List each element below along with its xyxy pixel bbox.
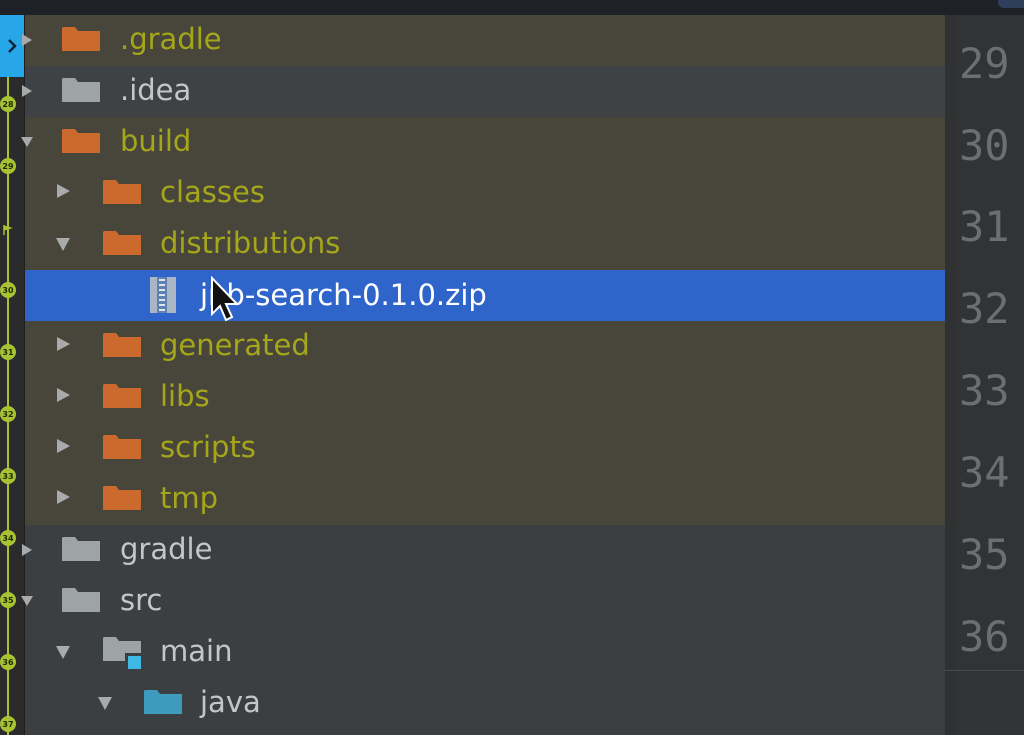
tree-item-label: main xyxy=(160,634,233,668)
editor-gutter-strip xyxy=(945,15,955,735)
tree-item-distributions[interactable]: distributions xyxy=(25,219,945,270)
folder-orange-icon xyxy=(103,333,141,357)
line-number: 36 xyxy=(959,612,1010,661)
folder-orange-icon xyxy=(62,27,100,51)
line-number: 35 xyxy=(959,530,1010,579)
tree-item-src[interactable]: src xyxy=(21,576,945,627)
folder-orange-icon xyxy=(103,384,141,408)
line-marker[interactable]: 29 xyxy=(0,158,16,174)
expand-arrow-icon[interactable] xyxy=(55,336,71,352)
tree-item-label: jnb-search-0.1.0.zip xyxy=(200,278,487,312)
line-number: 33 xyxy=(959,366,1010,415)
expand-arrow-icon[interactable] xyxy=(55,438,71,454)
expand-arrow-icon[interactable] xyxy=(55,183,71,199)
line-marker[interactable]: 28 xyxy=(0,96,16,112)
module-folder-icon xyxy=(103,637,141,669)
tree-item-gradle[interactable]: gradle xyxy=(22,525,945,576)
editor-divider xyxy=(945,670,1024,671)
line-number: 29 xyxy=(959,39,1010,88)
left-gutter xyxy=(0,15,25,735)
line-number: 34 xyxy=(959,448,1010,497)
line-number: 30 xyxy=(959,121,1010,170)
collapse-arrow-icon[interactable] xyxy=(19,134,35,150)
flag-icon[interactable] xyxy=(3,224,15,236)
chevron-right-icon xyxy=(8,39,17,53)
tree-item-label: scripts xyxy=(160,430,256,464)
tree-item-gradle-cache[interactable]: .gradle xyxy=(22,15,945,66)
tree-item-zip-file[interactable]: jnb-search-0.1.0.zip xyxy=(25,270,945,321)
line-marker[interactable]: 35 xyxy=(0,592,16,608)
folder-orange-icon xyxy=(62,129,100,153)
line-marker[interactable]: 37 xyxy=(0,716,16,732)
tree-item-main[interactable]: main xyxy=(25,627,945,678)
expand-arrow-icon[interactable] xyxy=(55,387,71,403)
tree-item-label: generated xyxy=(160,328,310,362)
expand-arrow-icon[interactable] xyxy=(19,83,35,99)
tree-item-classes[interactable]: classes xyxy=(25,168,945,219)
line-marker[interactable]: 33 xyxy=(0,468,16,484)
tree-item-build[interactable]: build xyxy=(21,117,945,168)
folder-grey-icon xyxy=(62,78,100,102)
collapse-arrow-icon[interactable] xyxy=(55,644,71,660)
tree-item-label: .idea xyxy=(120,73,192,107)
tree-item-label: classes xyxy=(160,175,265,209)
line-number: 31 xyxy=(959,202,1010,251)
line-marker[interactable]: 36 xyxy=(0,654,16,670)
project-tree: .gradle .idea build classes distribution… xyxy=(21,15,945,735)
expand-arrow-icon[interactable] xyxy=(55,489,71,505)
expand-arrow-icon[interactable] xyxy=(19,32,35,48)
line-number: 32 xyxy=(959,284,1010,333)
folder-grey-icon xyxy=(62,588,100,612)
window-corner xyxy=(998,0,1024,8)
tree-item-label: gradle xyxy=(120,532,213,566)
top-bar xyxy=(0,0,1024,16)
expand-arrow-icon[interactable] xyxy=(19,542,35,558)
zip-archive-icon xyxy=(150,277,176,313)
line-marker[interactable]: 31 xyxy=(0,344,16,360)
tree-item-label: tmp xyxy=(160,481,219,515)
tree-item-label: distributions xyxy=(160,226,341,260)
folder-orange-icon xyxy=(103,231,141,255)
tree-item-label: .gradle xyxy=(120,22,222,56)
collapse-arrow-icon[interactable] xyxy=(55,236,71,252)
tree-item-label: libs xyxy=(160,379,210,413)
collapse-arrow-icon[interactable] xyxy=(19,593,35,609)
tree-item-idea[interactable]: .idea xyxy=(22,66,945,117)
tree-item-label: src xyxy=(120,583,163,617)
folder-grey-icon xyxy=(62,537,100,561)
tree-item-label: build xyxy=(120,124,192,158)
line-marker[interactable]: 30 xyxy=(0,282,16,298)
editor-gutter: 29 30 31 32 33 34 35 36 xyxy=(945,15,1024,735)
tree-item-tmp[interactable]: tmp xyxy=(25,474,945,525)
tree-item-java[interactable]: java xyxy=(25,678,945,729)
line-marker[interactable]: 34 xyxy=(0,530,16,546)
folder-orange-icon xyxy=(103,180,141,204)
tree-item-libs[interactable]: libs xyxy=(25,372,945,423)
line-marker[interactable]: 32 xyxy=(0,406,16,422)
source-folder-icon xyxy=(144,690,182,714)
tree-item-label: java xyxy=(200,685,261,719)
mouse-cursor-icon xyxy=(211,276,238,322)
collapse-arrow-icon[interactable] xyxy=(97,695,113,711)
tree-item-generated[interactable]: generated xyxy=(25,321,945,372)
folder-orange-icon xyxy=(103,435,141,459)
gutter-line xyxy=(7,15,9,735)
folder-orange-icon xyxy=(103,486,141,510)
tree-item-scripts[interactable]: scripts xyxy=(25,423,945,474)
